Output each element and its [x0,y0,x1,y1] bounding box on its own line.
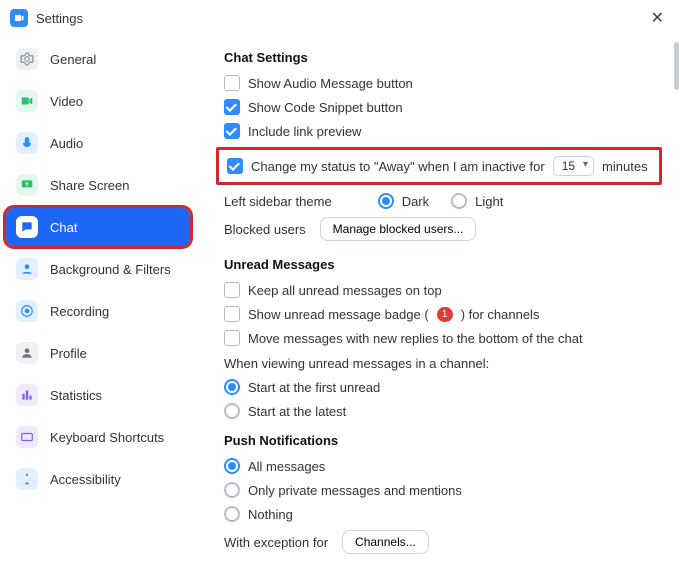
share-screen-icon [16,174,38,196]
manage-blocked-button[interactable]: Manage blocked users... [320,217,477,241]
badge-suffix: ) for channels [461,307,540,322]
away-prefix: Change my status to "Away" when I am ina… [251,159,545,174]
unread-badge: 1 [437,307,453,322]
show-audio-label: Show Audio Message button [248,76,413,91]
radio-light[interactable] [451,193,467,209]
checkbox-show-code[interactable] [224,99,240,115]
blocked-users-row: Blocked users Manage blocked users... [224,217,654,241]
radio-push-all[interactable] [224,458,240,474]
sidebar-item-general[interactable]: General [6,40,190,78]
unread-heading: Unread Messages [224,257,654,272]
sidebar-item-video[interactable]: Video [6,82,190,120]
theme-light-label: Light [475,194,503,209]
exception-label: With exception for [224,535,328,550]
badge-prefix: Show unread message badge ( [248,307,429,322]
statistics-icon [16,384,38,406]
sidebar-item-label: Audio [50,136,83,151]
keyboard-icon [16,426,38,448]
first-unread-label: Start at the first unread [248,380,380,395]
show-code-label: Show Code Snippet button [248,100,403,115]
sidebar-item-recording[interactable]: Recording [6,292,190,330]
away-suffix: minutes [602,159,648,174]
sidebar-item-statistics[interactable]: Statistics [6,376,190,414]
chat-icon [16,216,38,238]
away-minutes-select[interactable]: 15 [553,156,594,176]
audio-icon [16,132,38,154]
sidebar-theme-label: Left sidebar theme [224,194,332,209]
sidebar-item-background-filters[interactable]: Background & Filters [6,250,190,288]
close-icon[interactable]: ✕ [645,6,670,30]
move-replies-label: Move messages with new replies to the bo… [248,331,583,346]
first-unread-row[interactable]: Start at the first unread [224,379,654,395]
sidebar-item-label: Background & Filters [50,262,171,277]
checkbox-keep-top[interactable] [224,282,240,298]
sidebar-item-label: Profile [50,346,87,361]
checkbox-include-link[interactable] [224,123,240,139]
push-private-row[interactable]: Only private messages and mentions [224,482,654,498]
scrollbar-thumb[interactable] [674,42,679,90]
exception-row: With exception for Channels... [224,530,654,554]
viewing-unread-label: When viewing unread messages in a channe… [224,356,654,371]
latest-label: Start at the latest [248,404,346,419]
radio-dark[interactable] [378,193,394,209]
sidebar-item-label: Share Screen [50,178,130,193]
channels-button[interactable]: Channels... [342,530,429,554]
push-nothing-row[interactable]: Nothing [224,506,654,522]
sidebar-item-label: Recording [50,304,109,319]
radio-push-private[interactable] [224,482,240,498]
sidebar-item-label: Chat [50,220,77,235]
away-minutes-value: 15 [562,159,575,173]
app-icon [10,9,28,27]
radio-push-nothing[interactable] [224,506,240,522]
sidebar-item-label: General [50,52,96,67]
radio-latest[interactable] [224,403,240,419]
background-icon [16,258,38,280]
include-link-row[interactable]: Include link preview [224,123,654,139]
push-private-label: Only private messages and mentions [248,483,462,498]
show-code-row[interactable]: Show Code Snippet button [224,99,654,115]
checkbox-move-replies[interactable] [224,330,240,346]
sidebar-item-chat[interactable]: Chat [6,208,190,246]
sidebar-item-accessibility[interactable]: Accessibility [6,460,190,498]
recording-icon [16,300,38,322]
blocked-users-label: Blocked users [224,222,306,237]
window-title: Settings [36,11,83,26]
keep-top-label: Keep all unread messages on top [248,283,442,298]
radio-first-unread[interactable] [224,379,240,395]
theme-dark-label: Dark [402,194,429,209]
sidebar-item-label: Video [50,94,83,109]
sidebar-item-label: Statistics [50,388,102,403]
sidebar: General Video Audio Share Screen Chat Ba… [0,34,198,566]
latest-row[interactable]: Start at the latest [224,403,654,419]
gear-icon [16,48,38,70]
keep-top-row[interactable]: Keep all unread messages on top [224,282,654,298]
push-all-label: All messages [248,459,325,474]
chat-settings-heading: Chat Settings [224,50,654,65]
move-replies-row[interactable]: Move messages with new replies to the bo… [224,330,654,346]
push-nothing-label: Nothing [248,507,293,522]
checkbox-away[interactable] [227,158,243,174]
video-icon [16,90,38,112]
checkbox-show-audio[interactable] [224,75,240,91]
sidebar-item-keyboard-shortcuts[interactable]: Keyboard Shortcuts [6,418,190,456]
scrollbar[interactable] [674,34,680,566]
show-audio-row[interactable]: Show Audio Message button [224,75,654,91]
sidebar-item-label: Accessibility [50,472,121,487]
push-heading: Push Notifications [224,433,654,448]
badge-row[interactable]: Show unread message badge ( 1 ) for chan… [224,306,654,322]
checkbox-badge[interactable] [224,306,240,322]
sidebar-item-share-screen[interactable]: Share Screen [6,166,190,204]
sidebar-item-label: Keyboard Shortcuts [50,430,164,445]
push-all-row[interactable]: All messages [224,458,654,474]
titlebar: Settings ✕ [0,0,680,34]
sidebar-theme-row: Left sidebar theme Dark Light [224,193,654,209]
profile-icon [16,342,38,364]
sidebar-item-profile[interactable]: Profile [6,334,190,372]
sidebar-item-audio[interactable]: Audio [6,124,190,162]
include-link-label: Include link preview [248,124,361,139]
away-highlight-box: Change my status to "Away" when I am ina… [216,147,662,185]
accessibility-icon [16,468,38,490]
content-pane: Chat Settings Show Audio Message button … [198,34,680,566]
